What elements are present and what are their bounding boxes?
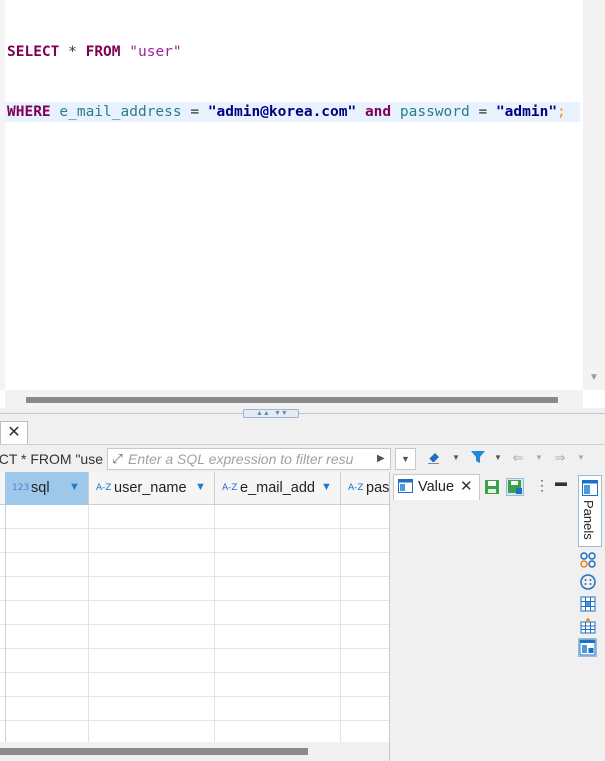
calculator-icon[interactable] xyxy=(580,574,596,590)
close-icon[interactable]: ✕ xyxy=(0,421,28,444)
filter-input[interactable] xyxy=(128,450,374,468)
expand-icon[interactable]: ⤢ xyxy=(109,450,126,467)
sql-token: = xyxy=(469,104,496,120)
table-row[interactable] xyxy=(0,673,389,697)
value-viewer-icon[interactable] xyxy=(578,638,597,657)
sql-token: WHERE xyxy=(7,104,51,120)
sql-token: SELECT xyxy=(7,44,60,60)
tab-bar-divider xyxy=(0,444,605,445)
column-divider xyxy=(88,505,89,742)
back-dropdown-icon[interactable]: ▼ xyxy=(534,449,544,467)
value-panel-icon xyxy=(398,479,413,493)
sql-token: "admin" xyxy=(495,104,558,120)
eraser-dropdown-icon[interactable]: ▼ xyxy=(451,449,461,467)
eraser-icon[interactable] xyxy=(425,449,443,467)
results-grid[interactable]: 123 sql ▼ A-Z user_name ▼ A-Z e_mail_add… xyxy=(0,472,389,742)
panels-label: Panels xyxy=(581,500,596,540)
table-row[interactable] xyxy=(0,649,389,673)
table-row[interactable] xyxy=(0,529,389,553)
more-options-icon[interactable]: ⋮ xyxy=(535,477,549,494)
column-divider xyxy=(340,505,341,742)
table-row[interactable] xyxy=(0,721,389,742)
editor-horizontal-scrollbar-thumb[interactable] xyxy=(26,397,558,403)
table-row[interactable] xyxy=(0,625,389,649)
sql-token: FROM xyxy=(85,44,121,60)
splitter-grip[interactable]: ▲▲ ▼▼ xyxy=(243,409,299,418)
sql-token: password xyxy=(399,104,470,120)
number-type-icon: 123 xyxy=(12,483,30,493)
text-type-icon: A-Z xyxy=(348,483,364,493)
sql-token: e_mail_address xyxy=(59,104,182,120)
table-row[interactable] xyxy=(0,505,389,529)
column-header-e-mail-address[interactable]: A-Z e_mail_add ▼ xyxy=(215,472,341,505)
minimize-icon[interactable]: ▬ xyxy=(555,475,567,489)
table-row[interactable] xyxy=(0,553,389,577)
panels-icon xyxy=(582,480,598,496)
results-tab-bar xyxy=(0,420,605,445)
table-add-icon[interactable] xyxy=(580,618,596,634)
column-divider xyxy=(214,505,215,742)
row-gutter-divider xyxy=(5,505,6,742)
column-header-password[interactable]: A-Z pas xyxy=(341,472,389,505)
save-as-icon[interactable] xyxy=(506,478,524,496)
save-icon[interactable] xyxy=(483,478,501,496)
grid-view-icon[interactable] xyxy=(580,596,596,612)
sql-code[interactable]: SELECT * FROM "user" WHERE e_mail_addres… xyxy=(5,2,580,162)
table-row[interactable] xyxy=(0,601,389,625)
sort-dropdown-icon[interactable]: ▼ xyxy=(195,481,206,493)
sql-editor[interactable]: SELECT * FROM "user" WHERE e_mail_addres… xyxy=(0,0,605,408)
sql-token: * xyxy=(59,44,86,60)
editor-gutter xyxy=(0,0,5,390)
collapse-down-icon[interactable]: ▼▼ xyxy=(274,410,288,417)
funnel-dropdown-icon[interactable]: ▼ xyxy=(493,449,503,467)
column-header-user-name[interactable]: A-Z user_name ▼ xyxy=(89,472,215,505)
panel-splitter[interactable] xyxy=(0,408,605,420)
sql-token: "admin@korea.com" xyxy=(207,104,357,120)
sql-token: ; xyxy=(557,104,566,120)
code-line-2[interactable]: WHERE e_mail_address = "admin@korea.com"… xyxy=(5,102,580,122)
close-icon[interactable]: ✕ xyxy=(460,477,473,495)
collapse-up-icon[interactable]: ▲▲ xyxy=(256,410,270,417)
column-name: user_name xyxy=(114,480,187,496)
grouping-icon[interactable] xyxy=(580,552,596,568)
grid-header: 123 sql ▼ A-Z user_name ▼ A-Z e_mail_add… xyxy=(0,472,389,505)
value-panel xyxy=(389,472,576,761)
filter-history-dropdown[interactable]: ▼ xyxy=(395,448,416,470)
value-tab-label: Value xyxy=(418,479,455,495)
editor-vertical-scrollbar[interactable] xyxy=(583,0,605,390)
arrow-left-icon[interactable]: ⇐ xyxy=(509,449,527,467)
sql-token: and xyxy=(364,104,392,120)
column-name: pas xyxy=(366,480,389,496)
text-type-icon: A-Z xyxy=(222,483,238,493)
text-type-icon: A-Z xyxy=(96,483,112,493)
table-row[interactable] xyxy=(0,577,389,601)
column-header-sql[interactable]: 123 sql ▼ xyxy=(5,472,89,505)
scroll-down-arrow-icon[interactable]: ▼ xyxy=(588,372,600,384)
forward-dropdown-icon[interactable]: ▼ xyxy=(576,449,586,467)
funnel-icon[interactable] xyxy=(469,449,487,467)
sort-dropdown-icon[interactable]: ▼ xyxy=(69,481,80,493)
query-text-label: CT * FROM "use xyxy=(0,451,103,467)
sql-token: = xyxy=(181,104,208,120)
column-name: e_mail_add xyxy=(240,480,315,496)
apply-filter-icon[interactable]: ▶ xyxy=(377,450,387,468)
sql-token: "user" xyxy=(129,44,182,60)
table-row[interactable] xyxy=(0,697,389,721)
sort-dropdown-icon[interactable]: ▼ xyxy=(321,481,332,493)
grid-horizontal-scrollbar-thumb[interactable] xyxy=(0,748,308,755)
splitter-line xyxy=(0,413,605,414)
code-line-1[interactable]: SELECT * FROM "user" xyxy=(7,42,580,62)
arrow-right-icon[interactable]: ⇒ xyxy=(551,449,569,467)
column-name: sql xyxy=(31,480,50,496)
